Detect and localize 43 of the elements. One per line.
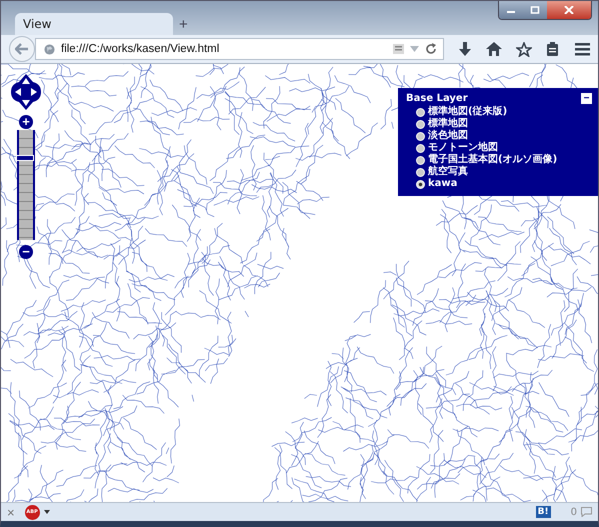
layer-option[interactable]: 航空写真 [406, 166, 592, 178]
radio-button[interactable] [416, 156, 425, 164]
radio-button[interactable] [416, 168, 425, 176]
minimize-button[interactable] [499, 1, 523, 19]
pan-arrows-icon[interactable] [11, 74, 41, 110]
close-button[interactable] [547, 1, 591, 19]
zoom-in-button[interactable]: + [19, 115, 33, 129]
star-icon[interactable] [516, 42, 532, 56]
new-tab-button[interactable]: + [179, 16, 188, 33]
address-bar[interactable]: file:///C:/works/kasen/View.html [35, 38, 444, 60]
layer-option[interactable]: モノトーン地図 [406, 142, 592, 154]
close-bar-button[interactable]: × [7, 504, 15, 520]
caret-icon[interactable] [44, 510, 50, 514]
back-arrow-icon [15, 43, 29, 55]
zoom-slider-thumb[interactable] [16, 154, 34, 160]
bookmark-badge[interactable]: B! [536, 506, 551, 518]
maximize-button[interactable] [523, 1, 547, 19]
radio-button[interactable] [416, 144, 425, 152]
home-icon[interactable] [486, 42, 502, 56]
layer-option[interactable]: 淡色地図 [406, 130, 592, 142]
globe-icon [44, 44, 55, 54]
reload-icon[interactable] [425, 43, 437, 55]
zoom-out-button[interactable]: − [19, 245, 33, 259]
maximize-icon [530, 6, 540, 14]
close-icon [564, 6, 574, 14]
browser-tab[interactable]: View [15, 13, 173, 35]
menu-icon[interactable] [575, 42, 590, 56]
layer-option[interactable]: 標準地図(従来版) [406, 106, 592, 118]
comment-count: 0 [570, 506, 577, 518]
clipboard-icon[interactable] [546, 42, 559, 56]
radio-button[interactable] [416, 180, 425, 188]
layer-option[interactable]: 電子国土基本図(オルソ画像) [406, 154, 592, 166]
radio-button[interactable] [416, 132, 425, 140]
radio-button[interactable] [416, 120, 425, 128]
back-button[interactable] [9, 36, 35, 62]
layer-option[interactable]: kawa [406, 178, 592, 190]
layer-option[interactable]: 標準地図 [406, 118, 592, 130]
download-icon[interactable] [458, 42, 472, 56]
url-text: file:///C:/works/kasen/View.html [61, 43, 220, 55]
zoom-slider[interactable] [17, 130, 35, 240]
layer-switcher-title: Base Layer [406, 93, 468, 104]
minimize-panel-button[interactable]: − [581, 93, 592, 104]
radio-button[interactable] [416, 108, 425, 116]
